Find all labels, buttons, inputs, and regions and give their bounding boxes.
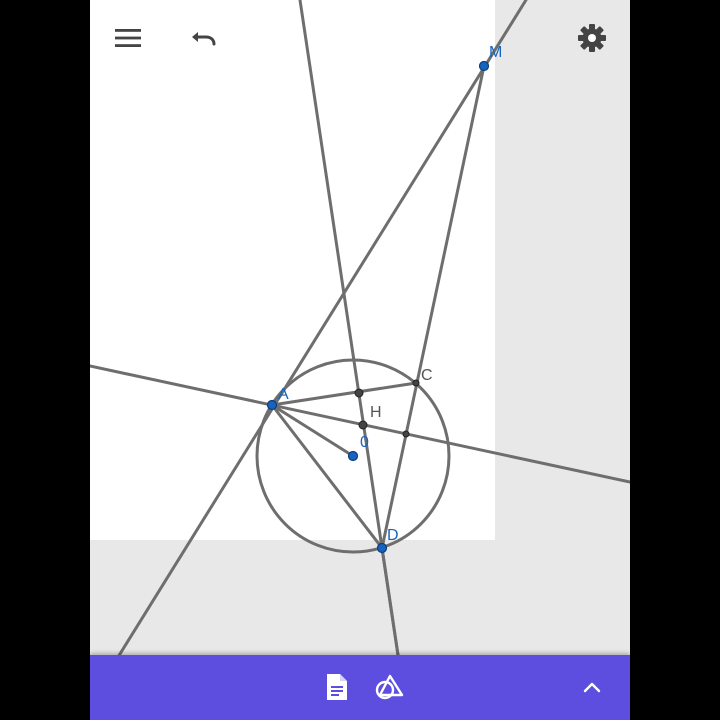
- chevron-up-icon: [583, 682, 601, 693]
- gear-icon: [578, 24, 606, 52]
- point-d[interactable]: [376, 542, 388, 554]
- document-icon: [327, 674, 347, 700]
- label-a: A: [278, 386, 289, 403]
- construction-canvas[interactable]: M A C H 0 D: [90, 0, 630, 672]
- point-c[interactable]: [412, 379, 420, 387]
- settings-button[interactable]: [570, 16, 614, 60]
- point-o[interactable]: [347, 450, 359, 462]
- label-c: C: [421, 367, 433, 384]
- label-d: D: [387, 527, 399, 544]
- intersection-point-1[interactable]: [354, 388, 364, 398]
- bottom-navigation-bar: [90, 655, 630, 720]
- menu-button[interactable]: [106, 16, 150, 60]
- label-o: 0: [360, 434, 369, 451]
- undo-icon: [192, 32, 216, 46]
- undo-button[interactable]: [182, 16, 226, 60]
- expand-button[interactable]: [570, 665, 614, 709]
- geogebra-app: M A C H 0 D: [90, 0, 630, 720]
- point-m[interactable]: [478, 60, 490, 72]
- canvas-light-region: [90, 0, 495, 540]
- label-m: M: [489, 44, 502, 61]
- tools-button[interactable]: [365, 665, 415, 709]
- line-below-d[interactable]: [380, 546, 400, 657]
- intersection-point-h[interactable]: [358, 420, 368, 430]
- point-a[interactable]: [266, 399, 278, 411]
- menu-icon: [115, 29, 141, 47]
- geometry-tools-icon: [375, 674, 404, 700]
- intersection-point-2[interactable]: [402, 430, 410, 438]
- label-h: H: [370, 404, 382, 421]
- graphics-view[interactable]: M A C H 0 D: [90, 0, 630, 672]
- algebra-view-button[interactable]: [312, 665, 362, 709]
